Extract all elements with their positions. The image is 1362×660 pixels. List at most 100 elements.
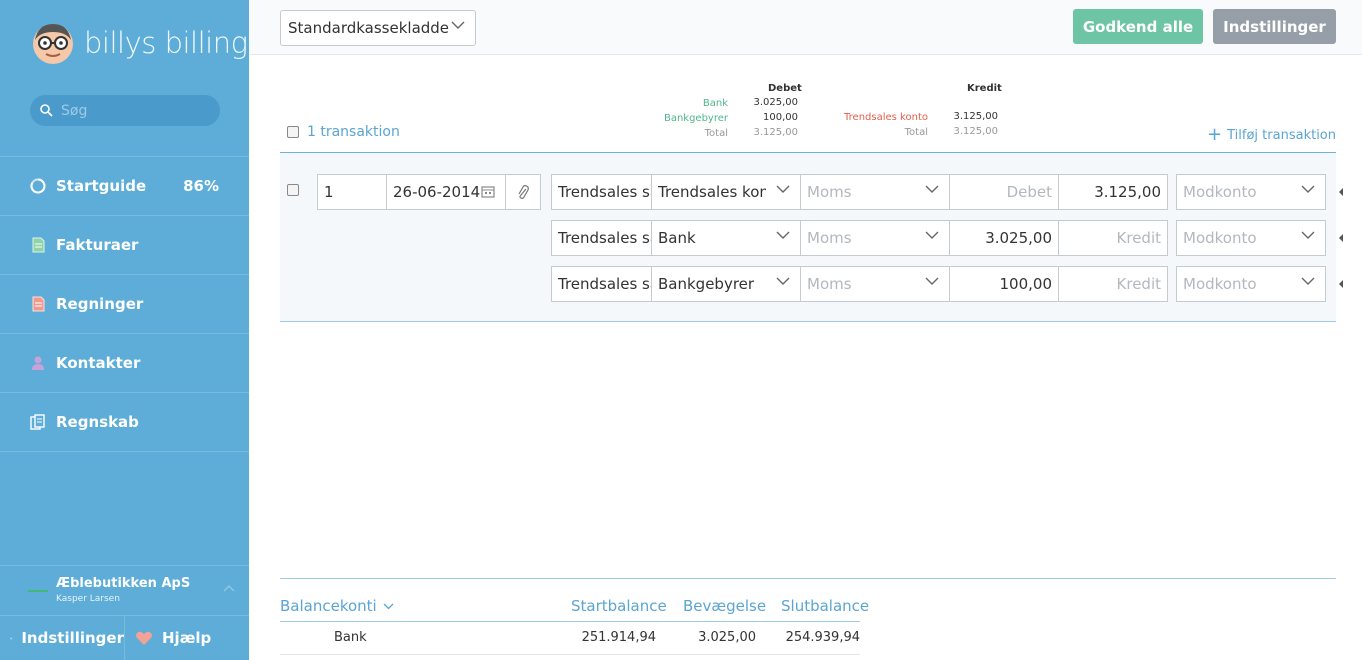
journal-select[interactable]: Standardkassekladde — [280, 10, 476, 46]
footer-settings-button[interactable]: Indstillinger — [0, 616, 125, 660]
line-contra-select[interactable]: Modkonto — [1176, 266, 1326, 302]
line-contra-placeholder: Modkonto — [1183, 275, 1257, 293]
search-input[interactable] — [61, 102, 211, 119]
sidebar-item-fakturaer[interactable]: Fakturaer — [0, 216, 249, 275]
logo[interactable]: billys billing — [30, 20, 248, 66]
line-account-value: Bank — [658, 229, 696, 247]
debit-label: Bankgebyrer — [663, 113, 728, 124]
add-transaction-label: Tilføj transaktion — [1227, 127, 1336, 143]
chevron-down-icon — [776, 185, 790, 193]
line-vat-select[interactable]: Moms — [800, 266, 950, 302]
chevron-down-icon — [925, 231, 939, 239]
line-contra-select[interactable]: Modkonto — [1176, 174, 1326, 210]
sidebar-item-label: Regninger — [56, 295, 144, 313]
start-balance-header: Startbalance — [571, 597, 667, 615]
balance-end-value: 254.939,94 — [785, 630, 860, 645]
line-account-select[interactable]: Bankgebyrer — [651, 266, 801, 302]
balance-movement-value: 3.025,00 — [698, 630, 756, 645]
search-icon — [40, 104, 53, 117]
plus-icon: + — [1207, 124, 1223, 145]
contact-icon — [30, 355, 46, 371]
line-debit-field[interactable]: 100,00 — [949, 266, 1059, 302]
line-credit-field[interactable]: 3.125,00 — [1058, 174, 1168, 210]
line-credit-field[interactable]: Kredit — [1058, 220, 1168, 256]
search-box[interactable] — [30, 95, 220, 126]
select-all-checkbox[interactable] — [287, 126, 299, 138]
line-credit-field[interactable]: Kredit — [1058, 266, 1168, 302]
transaction-date-field[interactable]: 26-06-2014 — [386, 174, 506, 210]
transaction-block: 1 26-06-2014 Trendsales sa Trendsales ko… — [280, 152, 1343, 322]
chevron-down-icon — [383, 603, 394, 609]
sidebar-item-regninger[interactable]: Regninger — [0, 275, 249, 334]
line-contra-select[interactable]: Modkonto — [1176, 220, 1326, 256]
line-account-select[interactable]: Trendsales konto — [651, 174, 801, 210]
line-description-field[interactable]: Trendsales sa — [551, 220, 652, 256]
line-account-value: Bankgebyrer — [658, 275, 755, 293]
main-nav: Startguide 86% Fakturaer Regninger Konta… — [0, 156, 249, 452]
line-account-select[interactable]: Bank — [651, 220, 801, 256]
transaction-checkbox[interactable] — [287, 184, 299, 196]
line-contra-placeholder: Modkonto — [1183, 183, 1257, 201]
line-debit-field[interactable]: 3.025,00 — [949, 220, 1059, 256]
transaction-number-field[interactable]: 1 — [317, 174, 387, 210]
progress-badge: 86% — [183, 177, 219, 195]
sidebar-footer: Indstillinger Hjælp — [0, 615, 249, 660]
line-vat-placeholder: Moms — [807, 183, 852, 201]
balance-divider — [280, 578, 1336, 579]
attach-button[interactable] — [505, 174, 541, 210]
debit-total-value: 3.125,00 — [753, 127, 798, 138]
movement-header: Bevægelse — [683, 597, 767, 615]
balance-accounts-header: Balancekonti — [280, 597, 377, 615]
approve-all-button[interactable]: Godkend alle — [1073, 9, 1203, 44]
gear-icon — [10, 636, 13, 640]
line-vat-placeholder: Moms — [807, 229, 852, 247]
paperclip-icon — [518, 185, 529, 199]
end-balance-header: Slutbalance — [781, 597, 870, 615]
balance-start-value: 251.914,94 — [581, 630, 656, 645]
progress-ring-icon — [30, 178, 46, 194]
debit-total-label: Total — [704, 128, 728, 139]
debit-value: 3.025,00 — [753, 97, 798, 108]
line-remove-icon[interactable] — [1338, 187, 1344, 197]
chevron-down-icon — [1301, 277, 1315, 285]
balance-account-name[interactable]: Bank — [334, 630, 367, 645]
line-vat-select[interactable]: Moms — [800, 220, 950, 256]
footer-help-button[interactable]: Hjælp — [125, 616, 211, 660]
chevron-down-icon — [1301, 185, 1315, 193]
debit-label: Bank — [702, 98, 728, 109]
line-remove-icon[interactable] — [1338, 233, 1344, 243]
line-vat-placeholder: Moms — [807, 275, 852, 293]
line-description-field[interactable]: Trendsales sa — [551, 266, 652, 302]
credit-total-label: Total — [904, 127, 928, 138]
balance-accounts-toggle[interactable]: Balancekonti — [280, 597, 394, 615]
sidebar-item-label: Regnskab — [56, 413, 139, 431]
credit-label: Trendsales konto — [844, 112, 928, 123]
settings-button[interactable]: Indstillinger — [1213, 9, 1336, 44]
add-transaction-link[interactable]: + Tilføj transaktion — [1207, 126, 1336, 144]
sidebar-item-kontakter[interactable]: Kontakter — [0, 334, 249, 393]
company-switcher[interactable]: Æblebutikken ApS Kasper Larsen — [0, 565, 249, 615]
sidebar-item-label: Kontakter — [56, 354, 141, 372]
line-vat-select[interactable]: Moms — [800, 174, 950, 210]
chevron-down-icon — [451, 21, 465, 29]
line-remove-icon[interactable] — [1338, 279, 1344, 289]
balance-header-line — [280, 621, 860, 622]
line-description-field[interactable]: Trendsales sa — [551, 174, 652, 210]
sidebar-item-label: Startguide — [56, 177, 147, 195]
transaction-count: 1 transaktion — [307, 124, 400, 140]
debit-value: 100,00 — [763, 112, 798, 123]
logo-text: billys billing — [84, 26, 248, 60]
top-toolbar: Standardkassekladde Godkend alle Indstil… — [250, 0, 1362, 55]
chevron-down-icon — [776, 231, 790, 239]
credit-value: 3.125,00 — [953, 111, 998, 122]
company-status-icon — [28, 590, 48, 592]
chevron-up-icon — [223, 585, 235, 592]
avatar-logo-icon — [33, 24, 73, 64]
line-debit-field[interactable]: Debet — [949, 174, 1059, 210]
chevron-down-icon — [776, 277, 790, 285]
sidebar-item-regnskab[interactable]: Regnskab — [0, 393, 249, 452]
heart-icon — [136, 631, 152, 645]
line-contra-placeholder: Modkonto — [1183, 229, 1257, 247]
sidebar: billys billing Startguide 86% Fakturaer — [0, 0, 249, 660]
sidebar-item-startguide[interactable]: Startguide 86% — [0, 157, 249, 216]
